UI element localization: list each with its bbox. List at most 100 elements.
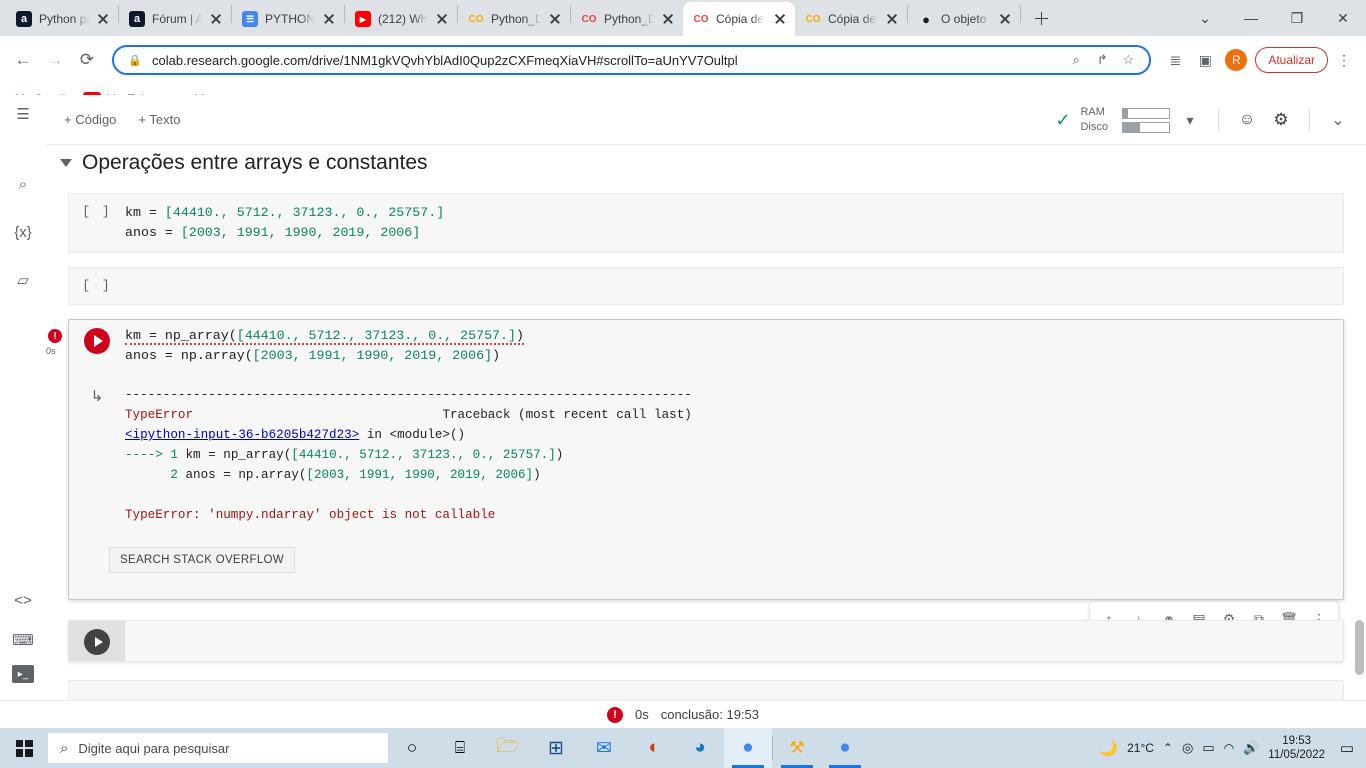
chrome-menu-icon[interactable]: ⋮ [1330,46,1358,74]
close-tab-icon[interactable] [96,12,110,26]
close-tab-icon[interactable] [885,12,899,26]
share-people-icon[interactable]: ☺ [1233,106,1261,134]
variables-icon[interactable]: {x} [8,217,38,247]
run-cell-button[interactable] [69,320,125,354]
terminal-icon[interactable]: ▸_ [12,665,34,683]
browser-tab[interactable]: CO Cópia de C [795,2,907,36]
maximize-button[interactable]: ❐ [1274,2,1320,34]
collapse-toolbar-icon[interactable]: ⌄ [1324,106,1352,134]
notification-center-icon[interactable]: ▭ [1334,735,1360,761]
search-icon[interactable]: ⌕ [8,169,38,199]
windows-logo-icon [15,739,33,757]
ram-bar [1122,107,1170,119]
app-button[interactable]: ⚒ [773,728,821,768]
chrome-button-t[interactable]: ● [821,728,869,768]
code-snippets-icon[interactable]: <> [8,585,38,615]
update-button[interactable]: Atualizar [1255,47,1328,73]
browser-tab-active[interactable]: CO Cópia de P [683,2,795,36]
run-button-icon[interactable] [84,328,110,354]
tab-title: Python pa [39,12,89,26]
command-palette-icon[interactable]: ⌨ [8,625,38,655]
new-tab-button[interactable] [1027,4,1055,32]
browser-tab[interactable]: ▶ (212) Whe [345,2,457,36]
search-placeholder: Digite aqui para pesquisar [78,740,230,756]
reload-button[interactable]: ⟳ [72,45,102,75]
bookmark-star-icon[interactable]: ☆ [1119,51,1137,69]
browser-tab[interactable]: ☰ PYTHON - [232,2,344,36]
share-icon[interactable]: ↱ [1093,51,1111,69]
code-line-2: anos = np.array([2003, 1991, 1990, 2019,… [125,348,501,363]
browser-tab[interactable]: CO Python_Da [458,2,570,36]
close-tab-icon[interactable] [209,12,223,26]
zoom-icon[interactable]: ⌕ [1067,51,1085,69]
vertical-scrollbar[interactable] [1355,620,1364,675]
cell-container [68,680,1344,702]
colab-left-rail: ☰ ⌕ {x} ▱ <> ⌨ ▸_ [0,95,46,728]
browser-tab[interactable]: a Python pa [6,2,118,36]
edge-button[interactable]: ◕ [676,728,724,768]
side-panel-icon[interactable]: ▣ [1191,46,1219,74]
code-cell[interactable]: [ ] km = [44410., 5712., 37123., 0., 257… [68,193,1344,253]
taskbar-search-input[interactable]: ⌕ Digite aqui para pesquisar [48,733,388,763]
battery-icon[interactable]: ▭ [1202,740,1214,756]
code-cell-empty[interactable]: [ ] [68,267,1344,305]
back-button[interactable]: ← [8,45,38,75]
show-hidden-icons-chevron[interactable]: ⌃ [1163,741,1173,755]
clock-date: 11/05/2022 [1268,749,1325,761]
chrome-button-r[interactable]: ● [724,728,772,768]
forward-button[interactable]: → [40,45,70,75]
close-window-button[interactable]: ✕ [1320,2,1366,34]
add-text-cell-button[interactable]: + Texto [138,112,180,127]
close-tab-icon[interactable] [998,12,1012,26]
cortana-button[interactable]: ○ [388,728,436,768]
cell-output: ↳ --------------------------------------… [69,375,1343,529]
code-cell-partial[interactable] [68,680,1344,702]
add-code-cell-button[interactable]: + Código [64,112,116,127]
section-header[interactable]: Operações entre arrays e constantes [46,145,1366,185]
mail-button[interactable]: ✉ [580,728,628,768]
camera-icon[interactable]: ◎ [1182,740,1193,756]
browser-tab[interactable]: ● O objeto 'n [908,2,1020,36]
tab-search-icon[interactable]: ⌄ [1182,2,1228,34]
profile-avatar[interactable]: R [1225,49,1248,71]
code-cell-error[interactable]: km = np_array([44410., 5712., 37123., 0.… [68,319,1344,600]
run-cell-bracket[interactable]: [ ] [82,204,111,219]
address-bar[interactable]: 🔒 colab.research.google.com/drive/1NM1gk… [112,45,1152,75]
task-view-button[interactable]: ⌸ [436,728,484,768]
table-of-contents-icon[interactable]: ☰ [8,99,38,129]
volume-icon[interactable]: 🔊 [1243,740,1259,756]
colab-icon: CO [693,13,709,25]
temperature-label[interactable]: 21°C [1127,741,1154,755]
weather-icon[interactable]: 🌙 [1099,739,1118,757]
cell-gutter[interactable]: [ ] [69,268,125,293]
run-cell-bracket[interactable]: [ ] [82,278,111,293]
chevron-down-icon[interactable] [60,159,72,167]
microsoft-store-button[interactable]: ⊞ [532,728,580,768]
close-tab-icon[interactable] [661,12,675,26]
browser-tab[interactable]: CO Python_Da [571,2,683,36]
run-button-icon[interactable] [84,629,110,655]
wifi-icon[interactable]: ◠ [1224,741,1234,755]
file-explorer-button[interactable]: 🗁 [484,728,532,768]
url-text: colab.research.google.com/drive/1NM1gkVQ… [152,52,738,68]
cell-source[interactable]: km = np_array([44410., 5712., 37123., 0.… [125,320,524,375]
code-cell-next[interactable] [68,620,1344,662]
gear-icon[interactable]: ⚙ [1267,106,1295,134]
ipython-input-link[interactable]: <ipython-input-36-b6205b427d23> [125,428,359,442]
cell-source[interactable]: km = [44410., 5712., 37123., 0., 25757.]… [125,194,444,252]
run-cell-button[interactable] [69,621,125,661]
taskbar-clock[interactable]: 19:53 11/05/2022 [1268,734,1325,762]
cell-gutter[interactable]: [ ] [69,194,125,219]
minimize-button[interactable]: — [1228,2,1274,34]
files-icon[interactable]: ▱ [8,265,38,295]
start-button[interactable] [0,728,48,768]
close-tab-icon[interactable] [435,12,449,26]
close-tab-icon[interactable] [322,12,336,26]
reading-list-icon[interactable]: ≣ [1161,46,1189,74]
close-tab-icon[interactable] [548,12,562,26]
office-button[interactable]: ◖ [628,728,676,768]
search-stack-overflow-button[interactable]: SEARCH STACK OVERFLOW [109,547,295,573]
close-tab-icon[interactable] [773,12,787,26]
browser-tab[interactable]: a Fórum | Al [119,2,231,36]
runtime-dropdown-icon[interactable]: ▾ [1176,106,1204,134]
